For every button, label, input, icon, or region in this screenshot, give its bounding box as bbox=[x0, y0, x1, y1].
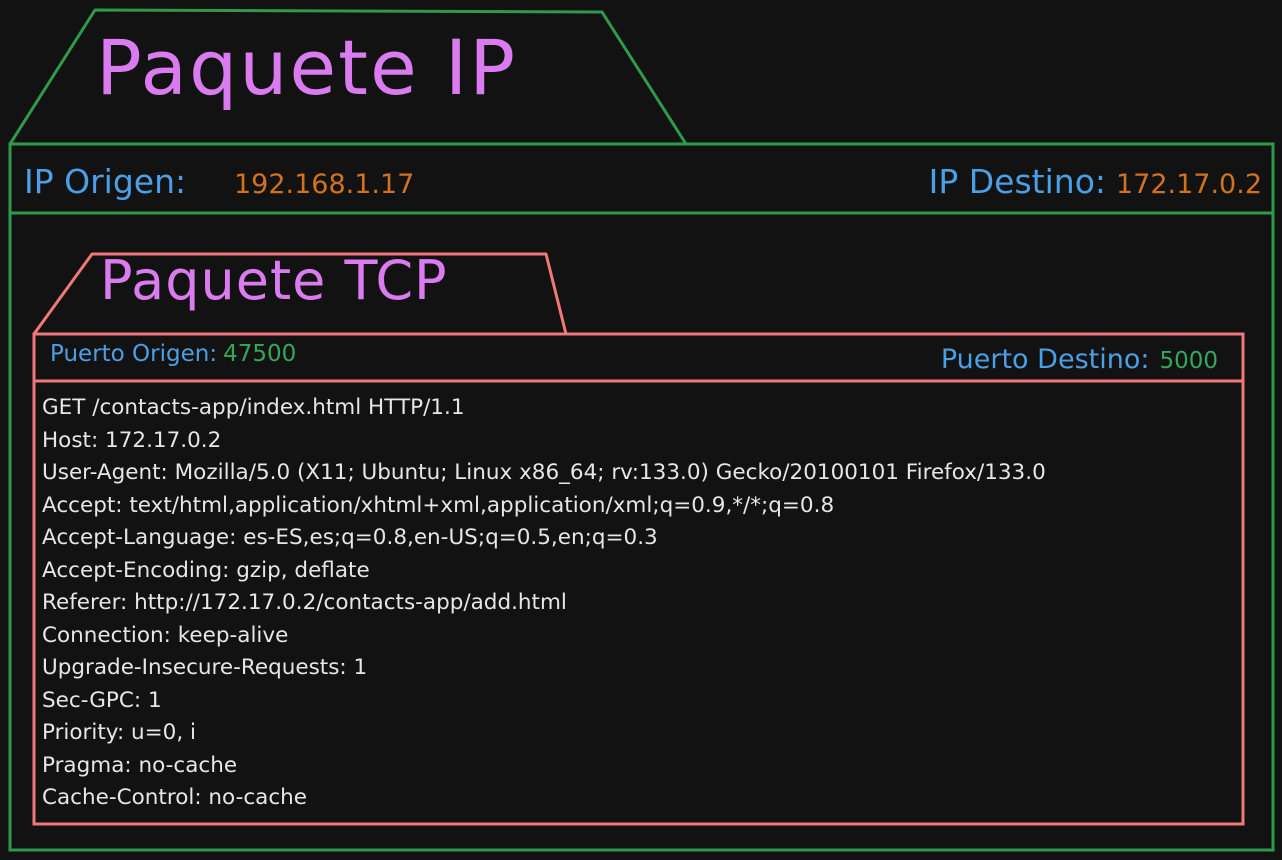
http-request-line: Sec-GPC: 1 bbox=[42, 687, 162, 713]
tcp-packet-title: Paquete TCP bbox=[100, 249, 448, 312]
http-request-payload: GET /contacts-app/index.html HTTP/1.1 Ho… bbox=[42, 392, 1046, 815]
tcp-destination-port-label: Puerto Destino: bbox=[940, 344, 1150, 375]
http-request-line: Pragma: no-cache bbox=[42, 752, 238, 778]
tcp-destination-port: Puerto Destino: 5000 bbox=[941, 346, 1218, 373]
http-request-line: Upgrade-Insecure-Requests: 1 bbox=[42, 655, 368, 680]
http-request-line: Accept-Encoding: gzip, deflate bbox=[42, 557, 370, 583]
http-request-line: GET /contacts-app/index.html HTTP/1.1 bbox=[42, 395, 465, 420]
http-request-line: Referer: http://172.17.0.2/contacts-app/… bbox=[42, 590, 567, 615]
http-request-line: Host: 172.17.0.2 bbox=[42, 427, 222, 453]
ip-packet-title: Paquete IP bbox=[96, 23, 518, 112]
http-request-line: Connection: keep-alive bbox=[42, 622, 289, 648]
ip-source-label: IP Origen: bbox=[24, 162, 187, 201]
tcp-source-port-value: 47500 bbox=[223, 341, 297, 367]
http-request-line: Accept: text/html,application/xhtml+xml,… bbox=[42, 492, 835, 518]
http-request-line: Cache-Control: no-cache bbox=[42, 785, 308, 810]
tcp-source-port: Puerto Origen: 47500 bbox=[50, 343, 296, 366]
ip-source-value: 192.168.1.17 bbox=[234, 169, 415, 200]
ip-destination: IP Destino: 172.17.0.2 bbox=[929, 165, 1262, 198]
http-request-line: User-Agent: Mozilla/5.0 (X11; Ubuntu; Li… bbox=[42, 460, 1046, 485]
http-request-line: Priority: u=0, i bbox=[42, 720, 196, 745]
ip-destination-label: IP Destino: bbox=[928, 162, 1106, 201]
ip-destination-value: 172.17.0.2 bbox=[1116, 169, 1262, 200]
http-request-line: Accept-Language: es-ES,es;q=0.8,en-US;q=… bbox=[42, 525, 658, 550]
tcp-destination-port-value: 5000 bbox=[1159, 348, 1218, 374]
tcp-source-port-label: Puerto Origen: bbox=[50, 341, 218, 367]
